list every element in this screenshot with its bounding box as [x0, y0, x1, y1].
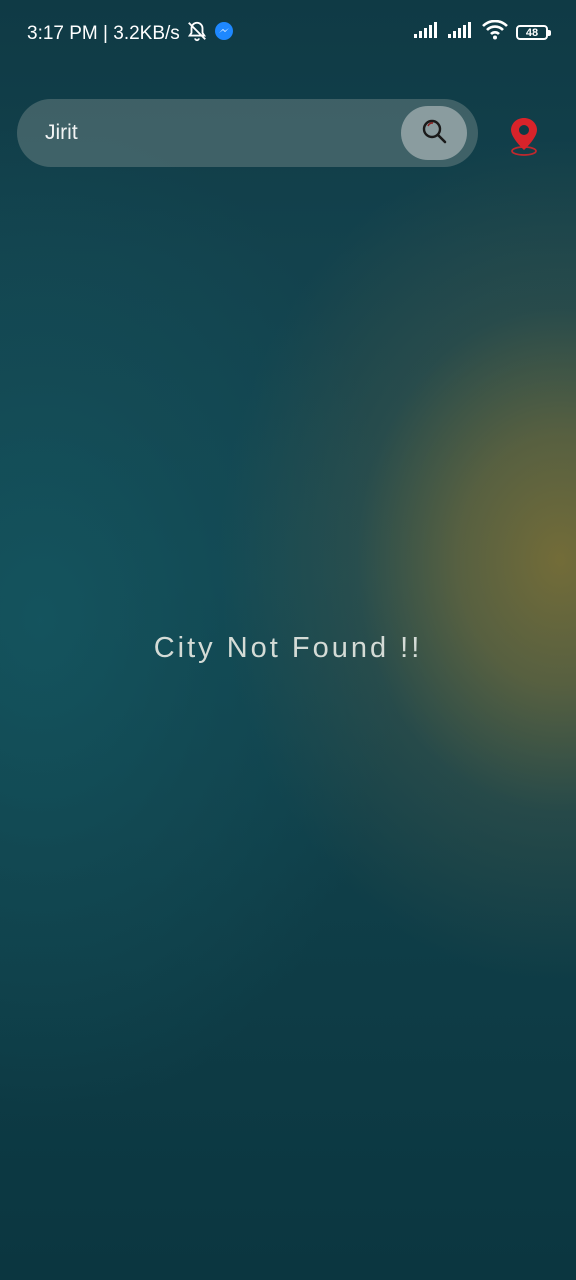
notifications-off-icon	[186, 20, 208, 48]
location-button[interactable]	[506, 116, 542, 158]
city-not-found-message: City Not Found !!	[153, 632, 423, 664]
signal-icon	[448, 22, 474, 43]
signal-icon	[414, 22, 440, 43]
battery-level: 48	[525, 26, 539, 39]
messenger-icon	[214, 21, 234, 47]
search-icon	[420, 117, 448, 150]
search-bar[interactable]: Jirit	[17, 99, 478, 167]
status-bar: 3:17 PM | 3.2KB/s 48	[0, 0, 576, 64]
status-right: 48	[414, 19, 551, 45]
search-input[interactable]: Jirit	[45, 121, 78, 145]
wifi-icon	[482, 19, 508, 45]
search-button[interactable]	[401, 106, 467, 160]
location-pin-icon	[506, 118, 542, 162]
status-time-speed: 3:17 PM | 3.2KB/s	[27, 23, 180, 44]
battery-icon: 48	[516, 25, 551, 40]
status-left: 3:17 PM | 3.2KB/s	[27, 20, 234, 48]
